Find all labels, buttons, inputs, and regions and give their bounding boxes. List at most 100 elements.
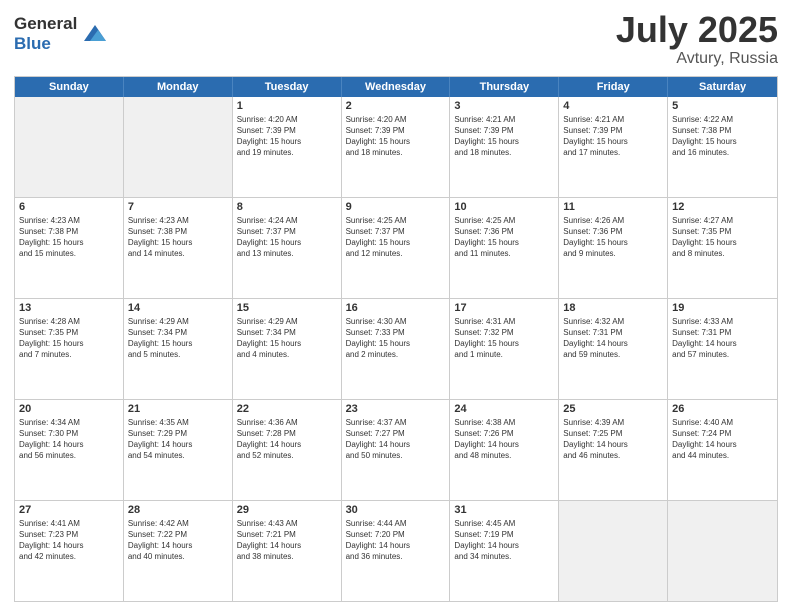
- day-number: 14: [128, 302, 228, 314]
- page: General Blue July 2025 Avtury, Russia Su…: [0, 0, 792, 612]
- calendar: SundayMondayTuesdayWednesdayThursdayFrid…: [14, 76, 778, 602]
- calendar-header: SundayMondayTuesdayWednesdayThursdayFrid…: [15, 77, 777, 97]
- calendar-cell: 3Sunrise: 4:21 AM Sunset: 7:39 PM Daylig…: [450, 97, 559, 197]
- calendar-cell: 5 Sunrise: 4:22 AM Sunset: 7:38 PM Daylig…: [668, 97, 777, 197]
- calendar-cell: 21 Sunrise: 4:35 AM Sunset: 7:29 PM Dayli…: [124, 400, 233, 500]
- cell-info: Sunrise: 4:45 AM Sunset: 7:19 PM Dayligh…: [454, 518, 554, 563]
- calendar-cell: 18Sunrise: 4:32 AM Sunset: 7:31 PM Dayli…: [559, 299, 668, 399]
- day-number: 21: [128, 403, 228, 415]
- day-number: 30: [346, 504, 446, 516]
- logo-text: General Blue: [14, 14, 77, 53]
- cell-info: Sunrise: 4:20 AM Sunset: 7:39 PM Dayligh…: [346, 114, 446, 159]
- day-number: 15: [237, 302, 337, 314]
- title-area: July 2025 Avtury, Russia: [616, 10, 778, 68]
- calendar-cell: 24 Sunrise: 4:38 AM Sunset: 7:26 PM Dayli…: [450, 400, 559, 500]
- calendar-cell: 8 Sunrise: 4:24 AM Sunset: 7:37 PM Daylig…: [233, 198, 342, 298]
- cell-info: Sunrise: 4:25 AM Sunset: 7:36 PM Dayligh…: [454, 215, 554, 260]
- cell-info: Sunrise: 4:41 AM Sunset: 7:23 PM Dayligh…: [19, 518, 119, 563]
- day-number: 27: [19, 504, 119, 516]
- month-title: July 2025: [616, 10, 778, 50]
- cell-info: Sunrise: 4:24 AM Sunset: 7:37 PM Dayligh…: [237, 215, 337, 260]
- calendar-cell: 17 Sunrise: 4:31 AM Sunset: 7:32 PM Dayli…: [450, 299, 559, 399]
- calendar-row: 27 Sunrise: 4:41 AM Sunset: 7:23 PM Dayli…: [15, 501, 777, 601]
- day-number: 16: [346, 302, 446, 314]
- calendar-row: 1 Sunrise: 4:20 AM Sunset: 7:39 PM Daylig…: [15, 97, 777, 198]
- calendar-cell: 14Sunrise: 4:29 AM Sunset: 7:34 PM Dayli…: [124, 299, 233, 399]
- day-number: 4: [563, 100, 663, 112]
- calendar-cell: 7 Sunrise: 4:23 AM Sunset: 7:38 PM Daylig…: [124, 198, 233, 298]
- calendar-cell: 11Sunrise: 4:26 AM Sunset: 7:36 PM Dayli…: [559, 198, 668, 298]
- calendar-cell: 26 Sunrise: 4:40 AM Sunset: 7:24 PM Dayli…: [668, 400, 777, 500]
- cell-info: Sunrise: 4:20 AM Sunset: 7:39 PM Dayligh…: [237, 114, 337, 159]
- day-number: 18: [563, 302, 663, 314]
- cell-info: Sunrise: 4:37 AM Sunset: 7:27 PM Dayligh…: [346, 417, 446, 462]
- day-number: 5: [672, 100, 773, 112]
- cell-info: Sunrise: 4:33 AM Sunset: 7:31 PM Dayligh…: [672, 316, 773, 361]
- cell-info: Sunrise: 4:43 AM Sunset: 7:21 PM Dayligh…: [237, 518, 337, 563]
- cell-info: Sunrise: 4:27 AM Sunset: 7:35 PM Dayligh…: [672, 215, 773, 260]
- calendar-cell: 9Sunrise: 4:25 AM Sunset: 7:37 PM Daylig…: [342, 198, 451, 298]
- day-number: 1: [237, 100, 337, 112]
- cell-info: Sunrise: 4:23 AM Sunset: 7:38 PM Dayligh…: [128, 215, 228, 260]
- cell-info: Sunrise: 4:35 AM Sunset: 7:29 PM Dayligh…: [128, 417, 228, 462]
- cell-info: Sunrise: 4:28 AM Sunset: 7:35 PM Dayligh…: [19, 316, 119, 361]
- calendar-cell: [15, 97, 124, 197]
- calendar-cell: 28 Sunrise: 4:42 AM Sunset: 7:22 PM Dayli…: [124, 501, 233, 601]
- calendar-body: 1 Sunrise: 4:20 AM Sunset: 7:39 PM Daylig…: [15, 97, 777, 601]
- header-day-sunday: Sunday: [15, 77, 124, 97]
- day-number: 28: [128, 504, 228, 516]
- cell-info: Sunrise: 4:44 AM Sunset: 7:20 PM Dayligh…: [346, 518, 446, 563]
- day-number: 11: [563, 201, 663, 213]
- calendar-cell: 25Sunrise: 4:39 AM Sunset: 7:25 PM Dayli…: [559, 400, 668, 500]
- calendar-cell: 12 Sunrise: 4:27 AM Sunset: 7:35 PM Dayli…: [668, 198, 777, 298]
- cell-info: Sunrise: 4:31 AM Sunset: 7:32 PM Dayligh…: [454, 316, 554, 361]
- day-number: 10: [454, 201, 554, 213]
- cell-info: Sunrise: 4:38 AM Sunset: 7:26 PM Dayligh…: [454, 417, 554, 462]
- cell-info: Sunrise: 4:34 AM Sunset: 7:30 PM Dayligh…: [19, 417, 119, 462]
- calendar-cell: 4 Sunrise: 4:21 AM Sunset: 7:39 PM Daylig…: [559, 97, 668, 197]
- cell-info: Sunrise: 4:30 AM Sunset: 7:33 PM Dayligh…: [346, 316, 446, 361]
- cell-info: Sunrise: 4:21 AM Sunset: 7:39 PM Dayligh…: [563, 114, 663, 159]
- calendar-cell: 15 Sunrise: 4:29 AM Sunset: 7:34 PM Dayli…: [233, 299, 342, 399]
- calendar-cell: 19 Sunrise: 4:33 AM Sunset: 7:31 PM Dayli…: [668, 299, 777, 399]
- header-day-saturday: Saturday: [668, 77, 777, 97]
- calendar-cell: 10 Sunrise: 4:25 AM Sunset: 7:36 PM Dayli…: [450, 198, 559, 298]
- day-number: 3: [454, 100, 554, 112]
- calendar-cell: [124, 97, 233, 197]
- calendar-row: 6Sunrise: 4:23 AM Sunset: 7:38 PM Daylig…: [15, 198, 777, 299]
- day-number: 29: [237, 504, 337, 516]
- cell-info: Sunrise: 4:23 AM Sunset: 7:38 PM Dayligh…: [19, 215, 119, 260]
- calendar-cell: 6Sunrise: 4:23 AM Sunset: 7:38 PM Daylig…: [15, 198, 124, 298]
- calendar-cell: 13Sunrise: 4:28 AM Sunset: 7:35 PM Dayli…: [15, 299, 124, 399]
- cell-info: Sunrise: 4:22 AM Sunset: 7:38 PM Dayligh…: [672, 114, 773, 159]
- day-number: 24: [454, 403, 554, 415]
- header: General Blue July 2025 Avtury, Russia: [14, 10, 778, 68]
- day-number: 26: [672, 403, 773, 415]
- cell-info: Sunrise: 4:29 AM Sunset: 7:34 PM Dayligh…: [237, 316, 337, 361]
- location-title: Avtury, Russia: [616, 50, 778, 68]
- day-number: 19: [672, 302, 773, 314]
- calendar-cell: [559, 501, 668, 601]
- header-day-friday: Friday: [559, 77, 668, 97]
- day-number: 12: [672, 201, 773, 213]
- header-day-thursday: Thursday: [450, 77, 559, 97]
- day-number: 23: [346, 403, 446, 415]
- day-number: 7: [128, 201, 228, 213]
- day-number: 31: [454, 504, 554, 516]
- calendar-cell: 30 Sunrise: 4:44 AM Sunset: 7:20 PM Dayli…: [342, 501, 451, 601]
- day-number: 8: [237, 201, 337, 213]
- calendar-cell: 27 Sunrise: 4:41 AM Sunset: 7:23 PM Dayli…: [15, 501, 124, 601]
- day-number: 17: [454, 302, 554, 314]
- calendar-cell: 31 Sunrise: 4:45 AM Sunset: 7:19 PM Dayli…: [450, 501, 559, 601]
- calendar-cell: 29 Sunrise: 4:43 AM Sunset: 7:21 PM Dayli…: [233, 501, 342, 601]
- cell-info: Sunrise: 4:40 AM Sunset: 7:24 PM Dayligh…: [672, 417, 773, 462]
- day-number: 9: [346, 201, 446, 213]
- header-day-monday: Monday: [124, 77, 233, 97]
- cell-info: Sunrise: 4:42 AM Sunset: 7:22 PM Dayligh…: [128, 518, 228, 563]
- calendar-cell: 20Sunrise: 4:34 AM Sunset: 7:30 PM Dayli…: [15, 400, 124, 500]
- day-number: 25: [563, 403, 663, 415]
- calendar-cell: 16 Sunrise: 4:30 AM Sunset: 7:33 PM Dayli…: [342, 299, 451, 399]
- calendar-cell: [668, 501, 777, 601]
- calendar-cell: 2Sunrise: 4:20 AM Sunset: 7:39 PM Daylig…: [342, 97, 451, 197]
- calendar-row: 20Sunrise: 4:34 AM Sunset: 7:30 PM Dayli…: [15, 400, 777, 501]
